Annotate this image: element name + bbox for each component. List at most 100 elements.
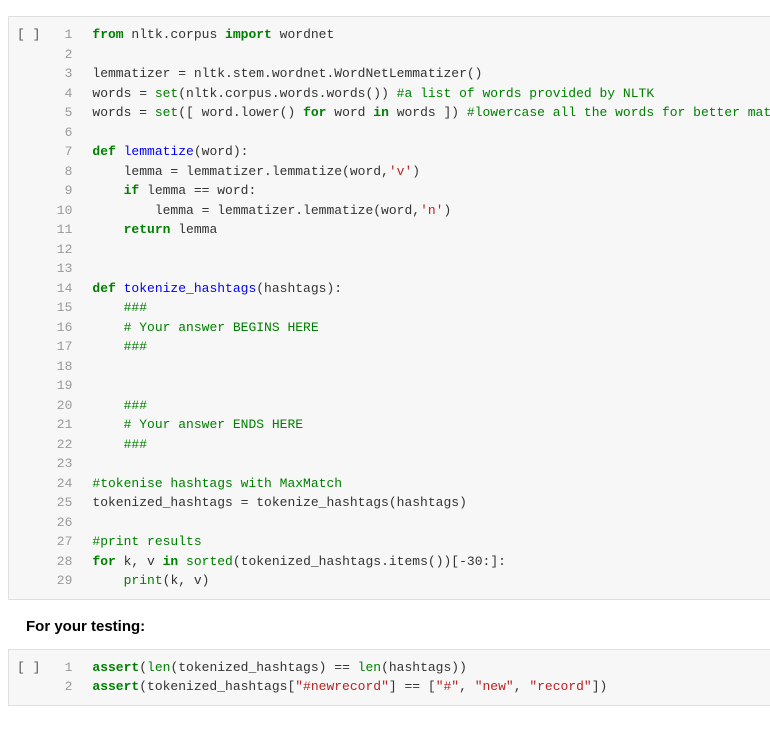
execution-marker[interactable]: [ ]	[9, 17, 50, 599]
code-token: 30	[467, 554, 483, 569]
code-line[interactable]: ###	[92, 396, 770, 416]
code-token: len	[358, 660, 381, 675]
code-token: lemma == word:	[139, 183, 256, 198]
code-token: tokenized_hashtags = tokenize_hashtags(h…	[92, 495, 466, 510]
code-editor[interactable]: assert(len(tokenized_hashtags) == len(ha…	[82, 650, 770, 705]
code-token: (hashtags):	[256, 281, 342, 296]
code-token: from	[92, 27, 123, 42]
code-line[interactable]: def lemmatize(word):	[92, 142, 770, 162]
code-line[interactable]: words = set([ word.lower() for word in w…	[92, 103, 770, 123]
code-token: (word):	[194, 144, 249, 159]
code-token: (hashtags))	[381, 660, 467, 675]
code-token: (tokenized_hashtags) ==	[170, 660, 357, 675]
code-token: ###	[124, 300, 147, 315]
line-number: 27	[50, 532, 72, 552]
code-token: ] == [	[389, 679, 436, 694]
code-line[interactable]	[92, 240, 770, 260]
code-token: #lowercase all the words for better mat	[467, 105, 770, 120]
code-line[interactable]: for k, v in sorted(tokenized_hashtags.it…	[92, 552, 770, 572]
code-token	[92, 183, 123, 198]
line-number: 28	[50, 552, 72, 572]
code-token: (k, v)	[163, 573, 210, 588]
line-number: 14	[50, 279, 72, 299]
code-cell-1[interactable]: [ ] 123456789101112131415161718192021222…	[8, 16, 770, 600]
line-number: 18	[50, 357, 72, 377]
code-line[interactable]: tokenized_hashtags = tokenize_hashtags(h…	[92, 493, 770, 513]
code-token: # Your answer BEGINS HERE	[124, 320, 319, 335]
code-line[interactable]	[92, 376, 770, 396]
code-token: set	[155, 86, 178, 101]
code-line[interactable]: ###	[92, 298, 770, 318]
line-number: 16	[50, 318, 72, 338]
code-token: words ])	[389, 105, 467, 120]
code-line[interactable]: from nltk.corpus import wordnet	[92, 25, 770, 45]
code-token: #print results	[92, 534, 201, 549]
code-token: ###	[124, 437, 147, 452]
line-number: 5	[50, 103, 72, 123]
line-number: 15	[50, 298, 72, 318]
code-token: return	[124, 222, 171, 237]
code-line[interactable]	[92, 513, 770, 533]
code-line[interactable]	[92, 259, 770, 279]
line-number: 25	[50, 493, 72, 513]
code-token: for	[303, 105, 326, 120]
code-token: assert	[92, 679, 139, 694]
code-line[interactable]: ###	[92, 337, 770, 357]
code-token: "#"	[436, 679, 459, 694]
code-line[interactable]	[92, 123, 770, 143]
code-line[interactable]: assert(tokenized_hashtags["#newrecord"] …	[92, 677, 770, 697]
code-token	[116, 144, 124, 159]
code-line[interactable]	[92, 454, 770, 474]
code-token: # Your answer ENDS HERE	[124, 417, 303, 432]
line-number: 7	[50, 142, 72, 162]
code-token	[116, 281, 124, 296]
code-token: (tokenized_hashtags[	[139, 679, 295, 694]
code-line[interactable]: words = set(nltk.corpus.words.words()) #…	[92, 84, 770, 104]
line-number: 29	[50, 571, 72, 591]
execution-marker[interactable]: [ ]	[9, 650, 50, 705]
code-token	[92, 339, 123, 354]
code-token	[178, 554, 186, 569]
code-token: len	[147, 660, 170, 675]
code-token: in	[163, 554, 179, 569]
code-token: words =	[92, 105, 154, 120]
code-token: assert	[92, 660, 139, 675]
line-number: 4	[50, 84, 72, 104]
code-token: tokenize_hashtags	[124, 281, 257, 296]
code-token: 'v'	[389, 164, 412, 179]
code-line[interactable]: def tokenize_hashtags(hashtags):	[92, 279, 770, 299]
code-line[interactable]: ###	[92, 435, 770, 455]
code-line[interactable]	[92, 45, 770, 65]
line-number: 26	[50, 513, 72, 533]
line-number: 24	[50, 474, 72, 494]
code-token: "new"	[475, 679, 514, 694]
code-line[interactable]: lemma = lemmatizer.lemmatize(word,'v')	[92, 162, 770, 182]
code-token: ,	[514, 679, 530, 694]
code-token: (tokenized_hashtags.items())[-	[233, 554, 467, 569]
code-cell-2[interactable]: [ ] 12 assert(len(tokenized_hashtags) ==…	[8, 649, 770, 706]
code-line[interactable]: # Your answer BEGINS HERE	[92, 318, 770, 338]
line-number: 8	[50, 162, 72, 182]
code-token	[92, 417, 123, 432]
code-line[interactable]: lemma = lemmatizer.lemmatize(word,'n')	[92, 201, 770, 221]
line-number: 2	[50, 45, 72, 65]
code-token: "record"	[529, 679, 591, 694]
line-number: 12	[50, 240, 72, 260]
code-token: for	[92, 554, 115, 569]
code-line[interactable]: return lemma	[92, 220, 770, 240]
code-token	[92, 320, 123, 335]
line-number-gutter: 1234567891011121314151617181920212223242…	[50, 17, 82, 599]
line-number: 21	[50, 415, 72, 435]
code-editor[interactable]: from nltk.corpus import wordnet lemmatiz…	[82, 17, 770, 599]
code-line[interactable]: if lemma == word:	[92, 181, 770, 201]
code-line[interactable]: # Your answer ENDS HERE	[92, 415, 770, 435]
code-line[interactable]: assert(len(tokenized_hashtags) == len(ha…	[92, 658, 770, 678]
line-number: 22	[50, 435, 72, 455]
code-line[interactable]: print(k, v)	[92, 571, 770, 591]
code-token: 'n'	[420, 203, 443, 218]
line-number: 11	[50, 220, 72, 240]
code-line[interactable]: lemmatizer = nltk.stem.wordnet.WordNetLe…	[92, 64, 770, 84]
code-line[interactable]	[92, 357, 770, 377]
code-line[interactable]: #tokenise hashtags with MaxMatch	[92, 474, 770, 494]
code-line[interactable]: #print results	[92, 532, 770, 552]
